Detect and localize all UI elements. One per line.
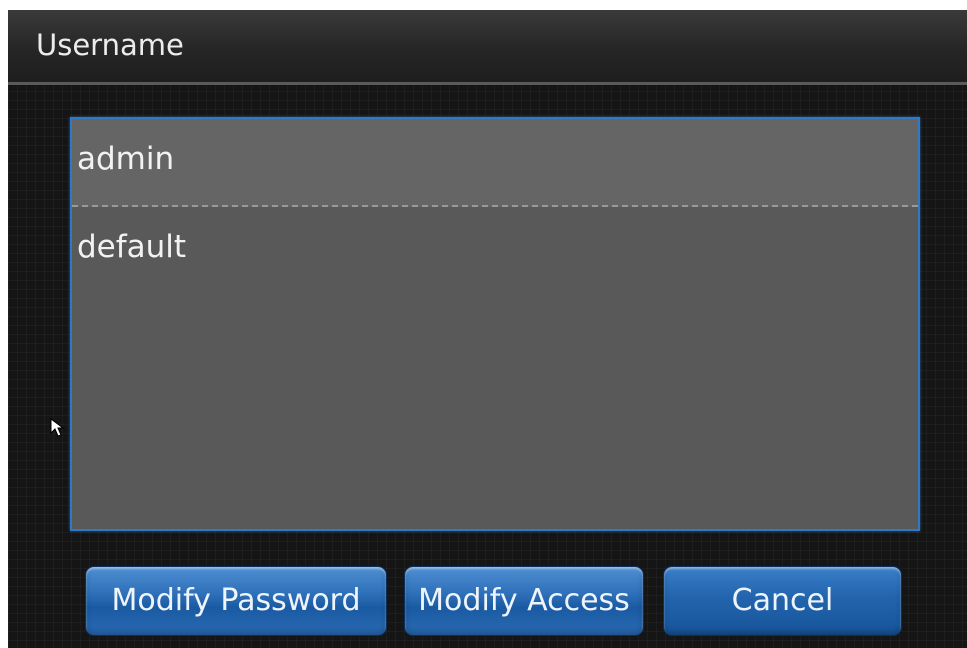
modify-password-button[interactable]: Modify Password xyxy=(85,566,387,636)
list-item-admin[interactable]: admin xyxy=(72,119,918,207)
list-item-label: default xyxy=(77,229,187,265)
dialog-title: Username xyxy=(36,28,184,62)
list-item-default[interactable]: default xyxy=(72,207,918,295)
title-bar: Username xyxy=(8,10,967,85)
user-dialog: Username admin default Modify Password M… xyxy=(8,10,967,648)
list-item-label: admin xyxy=(77,141,175,177)
modify-access-button[interactable]: Modify Access xyxy=(404,566,644,636)
cancel-button[interactable]: Cancel xyxy=(663,566,902,636)
mouse-pointer-icon xyxy=(50,418,65,437)
username-list[interactable]: admin default xyxy=(70,117,920,531)
